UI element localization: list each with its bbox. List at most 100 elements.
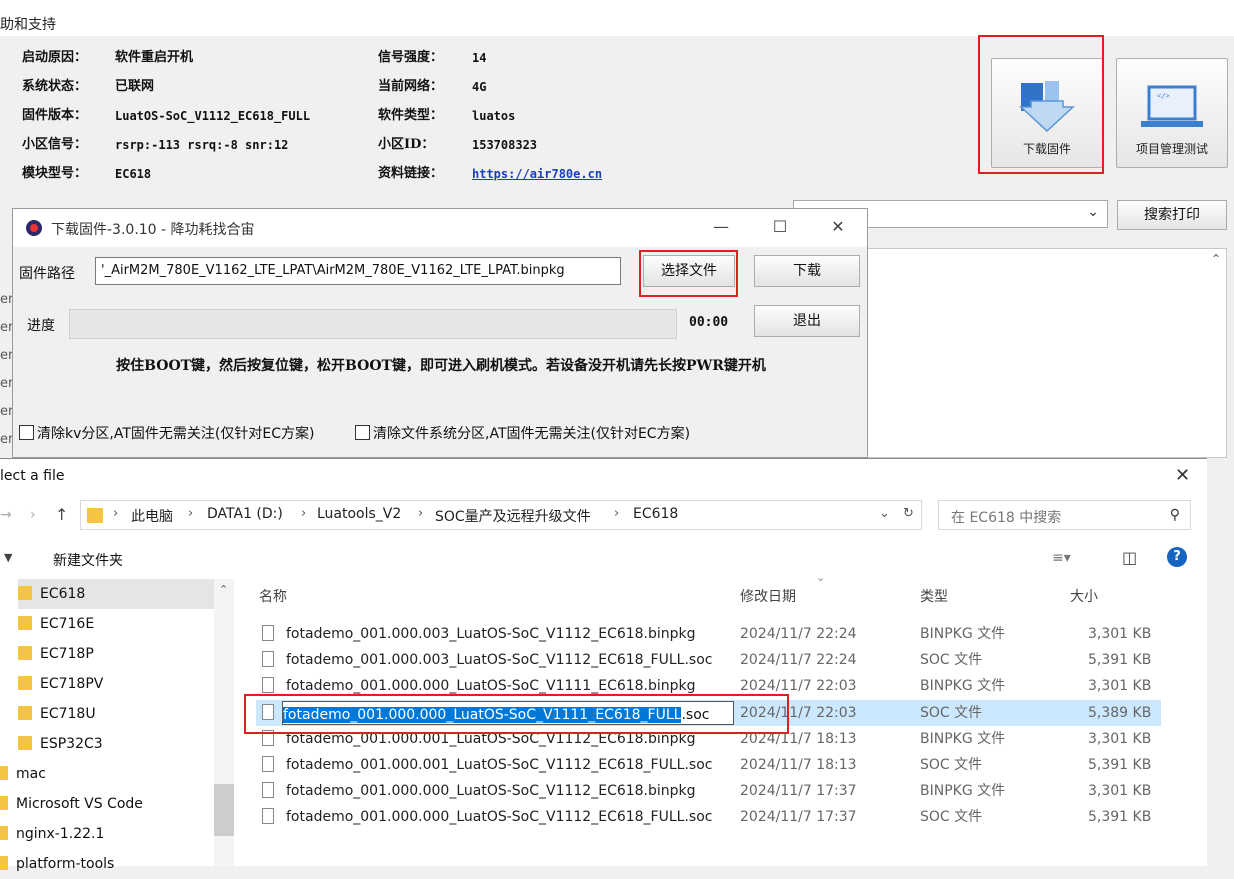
file-row[interactable]: fotademo_001.000.000_LuatOS-SoC_V1112_EC… — [256, 804, 1161, 830]
file-name: fotademo_001.000.001_LuatOS-SoC_V1112_EC… — [286, 757, 713, 773]
log-output[interactable]: ⌃ — [867, 248, 1227, 458]
info-label: 系统状态： — [22, 79, 88, 94]
chevron-right-icon: › — [188, 506, 194, 521]
docs-link[interactable]: https://air780e.cn — [472, 162, 602, 186]
search-icon[interactable]: ⚲ — [1170, 507, 1180, 523]
organize-dropdown-icon[interactable]: ▼ — [4, 551, 12, 564]
back-arrow-icon[interactable]: → — [0, 507, 12, 523]
chevron-right-icon: › — [614, 506, 620, 521]
tree-item[interactable]: EC718P — [18, 639, 94, 669]
download-button[interactable]: 下载 — [754, 255, 860, 287]
progress-bar — [69, 309, 677, 339]
info-value: 4G — [472, 80, 487, 94]
tree-item[interactable]: EC618 — [18, 579, 214, 609]
file-name: fotademo_001.000.003_LuatOS-SoC_V1112_EC… — [286, 626, 696, 642]
file-icon — [262, 625, 274, 641]
tree-item[interactable]: Microsoft VS Code — [0, 789, 143, 819]
file-date: 2024/11/7 22:24 — [740, 652, 857, 668]
selected-file-highlight — [244, 694, 789, 734]
file-size: 5,391 KB — [1088, 652, 1152, 668]
breadcrumb[interactable]: EC618 — [633, 506, 678, 522]
clear-fs-label: 清除文件系统分区,AT固件无需关注(仅针对EC方案) — [373, 426, 691, 442]
chevron-down-icon[interactable]: ⌄ — [879, 506, 890, 521]
file-icon — [262, 808, 274, 824]
menu-bar: 助和支持 — [0, 0, 1234, 36]
breadcrumb[interactable]: DATA1 (D:) — [207, 506, 283, 522]
file-size: 3,301 KB — [1088, 678, 1152, 694]
file-size: 5,391 KB — [1088, 809, 1152, 825]
address-bar[interactable]: › 此电脑 › DATA1 (D:) › Luatools_V2 › SOC量产… — [80, 500, 922, 530]
file-type: SOC 文件 — [920, 705, 983, 721]
column-header-type[interactable]: 类型 — [920, 586, 948, 606]
clear-kv-checkbox[interactable]: 清除kv分区,AT固件无需关注(仅针对EC方案) — [19, 423, 314, 443]
file-icon — [262, 677, 274, 693]
help-icon[interactable]: ? — [1167, 547, 1187, 567]
refresh-icon[interactable]: ↻ — [903, 506, 914, 521]
folder-icon — [18, 706, 32, 720]
file-size: 5,391 KB — [1088, 757, 1152, 773]
menu-help[interactable]: 助和支持 — [0, 14, 56, 34]
file-dialog-title: lect a file — [0, 468, 65, 484]
maximize-icon[interactable]: ☐ — [770, 217, 790, 236]
view-options-icon[interactable]: ≡▾ — [1052, 550, 1071, 566]
search-print-button[interactable]: 搜索打印 — [1117, 200, 1227, 230]
file-type: SOC 文件 — [920, 652, 983, 668]
minimize-icon[interactable]: — — [711, 217, 731, 236]
clear-fs-checkbox[interactable]: 清除文件系统分区,AT固件无需关注(仅针对EC方案) — [355, 423, 690, 443]
elapsed-time: 00:00 — [689, 315, 729, 330]
column-header-name[interactable]: 名称 — [259, 586, 287, 606]
scroll-up-icon[interactable]: ⌃ — [1211, 252, 1221, 266]
tree-item[interactable]: nginx-1.22.1 — [0, 819, 104, 849]
folder-search-input[interactable]: 在 EC618 中搜索 ⚲ — [938, 500, 1191, 530]
info-value: 已联网 — [115, 79, 155, 94]
tree-item[interactable]: EC716E — [18, 609, 94, 639]
folder-icon — [18, 646, 32, 660]
project-test-button[interactable]: </> 项目管理测试 — [1116, 58, 1228, 168]
file-row[interactable]: fotademo_001.000.003_LuatOS-SoC_V1112_EC… — [256, 621, 1161, 647]
tree-item[interactable]: ESP32C3 — [18, 729, 103, 759]
info-value: EC618 — [115, 167, 152, 181]
file-icon — [262, 651, 274, 667]
file-row[interactable]: fotademo_001.000.000_LuatOS-SoC_V1112_EC… — [256, 778, 1161, 804]
forward-arrow-icon[interactable]: › — [30, 507, 36, 523]
checkbox-box[interactable] — [19, 425, 34, 440]
info-value: 14 — [472, 51, 487, 65]
preview-pane-icon[interactable]: ◫ — [1122, 548, 1137, 567]
file-row[interactable]: fotademo_001.000.003_LuatOS-SoC_V1112_EC… — [256, 647, 1161, 673]
column-header-date[interactable]: 修改日期 — [740, 586, 796, 606]
checkbox-box[interactable] — [355, 425, 370, 440]
info-label: 资料链接： — [378, 166, 444, 181]
breadcrumb[interactable]: SOC量产及远程升级文件 — [435, 506, 591, 526]
column-header-size[interactable]: 大小 — [1070, 586, 1098, 606]
file-size: 3,301 KB — [1088, 731, 1152, 747]
app-logo-icon — [26, 220, 42, 236]
file-name: fotademo_001.000.003_LuatOS-SoC_V1112_EC… — [286, 652, 713, 668]
download-firmware-dialog: 下载固件-3.0.10 - 降功耗找合宙 — ☐ ✕ 固件路径 '_AirM2M… — [12, 208, 868, 458]
info-value: LuatOS-SoC_V1112_EC618_FULL — [115, 109, 311, 123]
tree-item-label: EC716E — [40, 616, 95, 632]
close-icon[interactable]: ✕ — [828, 217, 848, 236]
tree-scroll-thumb[interactable] — [214, 784, 234, 836]
firmware-path-input[interactable]: '_AirM2M_780E_V1162_LTE_LPAT\AirM2M_780E… — [95, 257, 621, 285]
exit-button[interactable]: 退出 — [754, 305, 860, 337]
tree-item[interactable]: mac — [0, 759, 46, 789]
file-row[interactable]: fotademo_001.000.001_LuatOS-SoC_V1112_EC… — [256, 752, 1161, 778]
info-label: 信号强度： — [378, 50, 444, 65]
file-icon — [262, 782, 274, 798]
tree-item[interactable]: EC718PV — [18, 669, 103, 699]
breadcrumb[interactable]: 此电脑 — [131, 506, 173, 526]
chevron-right-icon: › — [113, 506, 119, 521]
up-arrow-icon[interactable]: ↑ — [55, 505, 68, 524]
new-folder-button[interactable]: 新建文件夹 — [53, 550, 123, 570]
tree-item[interactable]: platform-tools — [0, 849, 114, 879]
file-name: fotademo_001.000.000_LuatOS-SoC_V1112_EC… — [286, 783, 696, 799]
file-type: BINPKG 文件 — [920, 783, 1006, 799]
scroll-up-icon[interactable]: ⌃ — [219, 583, 228, 596]
breadcrumb[interactable]: Luatools_V2 — [317, 506, 401, 522]
tree-item[interactable]: EC718U — [18, 699, 96, 729]
tree-item-label: Microsoft VS Code — [16, 796, 143, 812]
file-type: BINPKG 文件 — [920, 731, 1006, 747]
firmware-path-label: 固件路径 — [19, 266, 75, 282]
info-label: 软件类型： — [378, 108, 444, 123]
close-icon[interactable]: ✕ — [1175, 465, 1190, 486]
